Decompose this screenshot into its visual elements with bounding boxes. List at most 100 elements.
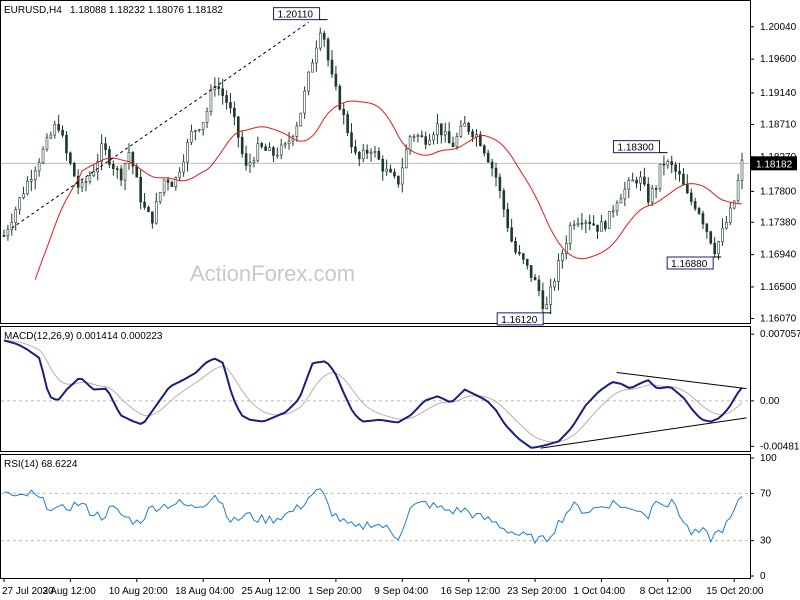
rsi-path: [3, 488, 743, 545]
candle-body: [635, 179, 638, 184]
candle-body: [440, 123, 443, 136]
price-axis: 1.200401.196001.191401.187101.182701.178…: [750, 22, 797, 325]
candle-body: [154, 201, 158, 224]
time-tick-label: 1 Oct 04:00: [573, 586, 625, 597]
macd-tick-label: 0.00: [760, 396, 780, 407]
candle-body: [631, 179, 634, 182]
candle-body: [295, 125, 299, 137]
candle-body: [178, 171, 182, 178]
candle-body: [123, 163, 127, 181]
candle-body: [143, 201, 146, 208]
annotation-label: 1.20110: [278, 10, 314, 21]
candle-body: [627, 180, 631, 190]
rsi-tick-label: 70: [760, 488, 772, 499]
rsi-axis: 100 70 30 0: [750, 453, 777, 582]
candle-body: [471, 131, 474, 138]
candles: [2, 27, 744, 315]
candle-body: [615, 202, 619, 212]
candle-body: [592, 223, 595, 226]
candle-body: [607, 211, 611, 229]
candle-body: [158, 192, 162, 202]
candle-body: [721, 227, 724, 242]
macd-panel: [0, 326, 751, 452]
annotation-label: 1.18300: [617, 143, 654, 154]
candle-body: [170, 182, 174, 187]
candle-body: [408, 136, 412, 151]
candle-body: [88, 175, 92, 182]
candle-body: [693, 201, 697, 209]
time-tick-label: 16 Sep 12:00: [441, 586, 501, 597]
candle-body: [260, 143, 264, 148]
candle-body: [537, 279, 541, 291]
candle-body: [135, 165, 139, 178]
candle-body: [18, 197, 21, 210]
candle-body: [522, 253, 525, 260]
candle-body: [326, 39, 330, 61]
candle-body: [619, 198, 623, 204]
candle-body: [104, 143, 107, 150]
candle-body: [717, 241, 720, 255]
candle-body: [459, 125, 463, 137]
candle-body: [557, 260, 560, 282]
candle-body: [639, 176, 642, 184]
candle-body: [139, 176, 142, 203]
rsi-tick-label: 0: [760, 571, 766, 582]
candle-body: [369, 151, 373, 154]
candle-body: [53, 124, 57, 136]
candle-body: [10, 222, 14, 230]
candle-body: [264, 146, 267, 151]
candle-body: [623, 188, 627, 200]
candle-body: [115, 168, 119, 170]
candle-body: [217, 86, 221, 89]
candle-body: [373, 151, 377, 153]
candle-body: [45, 137, 49, 150]
candle-body: [443, 131, 447, 136]
candle-body: [190, 130, 193, 143]
candle-body: [240, 137, 244, 154]
candle-body: [596, 224, 599, 232]
candle-body: [279, 144, 283, 156]
candle-body: [486, 152, 490, 163]
rsi-tick-label: 30: [760, 536, 772, 547]
candle-body: [334, 73, 338, 87]
candle-body: [100, 143, 103, 162]
candle-body: [400, 167, 404, 185]
candle-body: [533, 277, 537, 281]
candle-body: [420, 135, 424, 137]
candle-body: [268, 147, 271, 151]
candle-body: [494, 167, 498, 178]
candle-body: [541, 290, 545, 310]
macd-axis: 0.007057 0.00 -0.004818: [750, 329, 800, 452]
candle-body: [276, 154, 279, 157]
candle-body: [404, 149, 408, 169]
candle-body: [412, 136, 416, 138]
annotation-label: 1.16120: [501, 315, 538, 326]
candle-body: [385, 168, 388, 172]
candle-body: [256, 143, 260, 162]
price-tick-label: 1.20040: [760, 22, 797, 33]
candle-body: [197, 129, 201, 131]
candle-body: [287, 140, 291, 145]
candle-body: [553, 281, 556, 288]
candle-body: [568, 225, 572, 244]
candle-body: [33, 170, 37, 180]
annotation-label: 1.16880: [671, 259, 708, 270]
candle-body: [354, 146, 357, 153]
candle-body: [162, 179, 166, 193]
price-tick-label: 1.17800: [760, 186, 797, 197]
candle-body: [709, 231, 713, 244]
rsi-panel: [0, 454, 751, 579]
candle-body: [666, 161, 670, 166]
time-tick-label: 15 Oct 20:00: [706, 586, 764, 597]
candle-body: [14, 209, 18, 223]
candle-body: [600, 221, 603, 232]
candle-body: [365, 149, 369, 154]
candle-body: [26, 180, 29, 194]
candle-body: [37, 162, 41, 172]
candle-body: [506, 208, 510, 228]
price-tick-label: 1.19600: [760, 54, 797, 65]
candle-body: [283, 143, 287, 146]
candle-body: [236, 116, 240, 138]
price-tick-label: 1.16940: [760, 250, 797, 261]
macd-tick-label: 0.007057: [760, 329, 800, 340]
